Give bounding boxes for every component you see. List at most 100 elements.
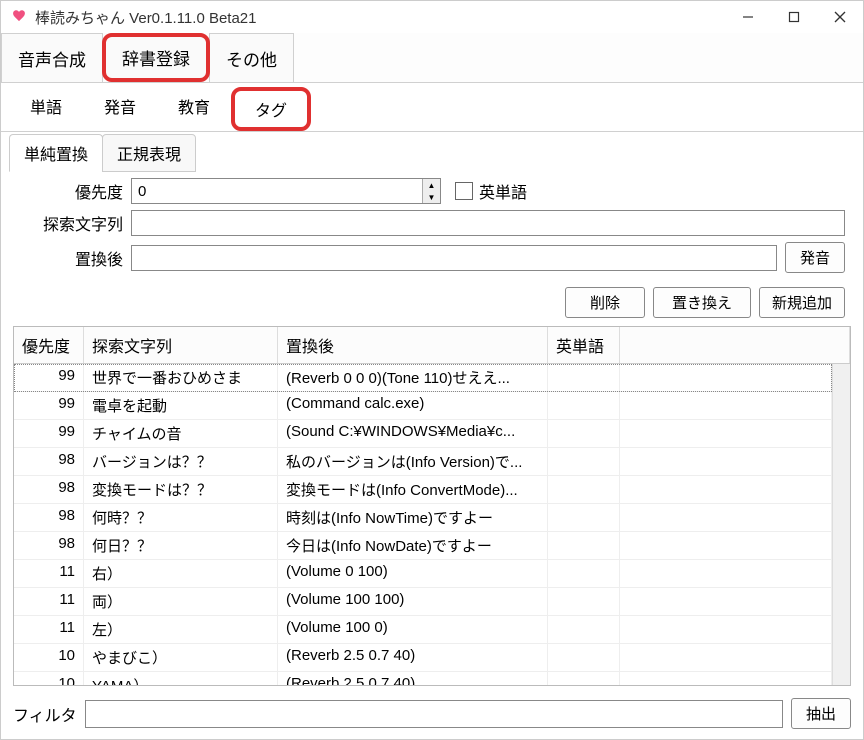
extract-button[interactable]: 抽出 — [791, 698, 851, 729]
table-cell: (Reverb 2.5 0.7 40) — [278, 644, 548, 671]
filter-input[interactable] — [85, 700, 783, 728]
sub-tab[interactable]: 発音 — [83, 87, 157, 131]
filter-row: フィルタ 抽出 — [1, 692, 863, 739]
table-cell: 電卓を起動 — [84, 392, 278, 419]
table-row[interactable]: 11左）(Volume 100 0) — [14, 616, 832, 644]
table-row[interactable]: 99世界で一番おひめさま(Reverb 0 0 0)(Tone 110)せええ.… — [14, 364, 832, 392]
col-english[interactable]: 英単語 — [548, 327, 620, 363]
search-string-input[interactable] — [131, 210, 845, 236]
table-cell: (Command calc.exe) — [278, 392, 548, 419]
table-cell — [620, 448, 832, 475]
table-cell: 何日？？ — [84, 532, 278, 559]
table-body: 99世界で一番おひめさま(Reverb 0 0 0)(Tone 110)せええ.… — [14, 364, 832, 685]
window-controls — [725, 1, 863, 33]
table-cell: 99 — [14, 364, 84, 391]
table-cell: バージョンは？？ — [84, 448, 278, 475]
col-extra — [620, 327, 850, 363]
table-cell — [548, 588, 620, 615]
table-cell — [620, 644, 832, 671]
table-cell — [548, 504, 620, 531]
replace-button[interactable]: 置き換え — [653, 287, 751, 318]
table-cell: 10 — [14, 644, 84, 671]
table-row[interactable]: 10やまびこ）(Reverb 2.5 0.7 40) — [14, 644, 832, 672]
table-cell — [548, 420, 620, 447]
table-cell — [548, 616, 620, 643]
table-cell: 左） — [84, 616, 278, 643]
sub-tab[interactable]: 教育 — [157, 87, 231, 131]
form-area: 優先度 ▲ ▼ 英単語 探索文字列 置換後 発音 — [1, 172, 863, 283]
toolbar-tab[interactable]: 音声合成 — [1, 33, 103, 82]
table-cell — [548, 392, 620, 419]
minimize-button[interactable] — [725, 1, 771, 33]
priority-input[interactable] — [132, 179, 422, 203]
english-checkbox-label: 英単語 — [479, 179, 527, 203]
col-search[interactable]: 探索文字列 — [84, 327, 278, 363]
table-header: 優先度 探索文字列 置換後 英単語 — [14, 327, 850, 364]
mode-tab[interactable]: 単純置換 — [9, 134, 103, 172]
table-cell: 99 — [14, 420, 84, 447]
english-checkbox[interactable] — [455, 182, 473, 200]
table-cell — [620, 532, 832, 559]
table-row[interactable]: 11両）(Volume 100 100) — [14, 588, 832, 616]
table-row[interactable]: 98何日？？今日は(Info NowDate)ですよー — [14, 532, 832, 560]
table-cell: 右） — [84, 560, 278, 587]
table-row[interactable]: 98何時？？時刻は(Info NowTime)ですよー — [14, 504, 832, 532]
table-cell: (Volume 0 100) — [278, 560, 548, 587]
table-cell — [548, 672, 620, 685]
main-toolbar: 音声合成辞書登録その他 — [1, 33, 863, 83]
app-window: 棒読みちゃん Ver0.1.11.0 Beta21 音声合成辞書登録その他 単語… — [0, 0, 864, 740]
table-cell — [620, 560, 832, 587]
table-cell: 両） — [84, 588, 278, 615]
vertical-scrollbar[interactable] — [832, 364, 850, 685]
table-cell: 時刻は(Info NowTime)ですよー — [278, 504, 548, 531]
app-icon — [9, 7, 29, 27]
spinner-up-icon[interactable]: ▲ — [423, 179, 440, 191]
mode-tab[interactable]: 正規表現 — [102, 134, 196, 172]
search-string-label: 探索文字列 — [19, 211, 131, 235]
table-cell — [620, 476, 832, 503]
table-cell: (Volume 100 100) — [278, 588, 548, 615]
table-cell: 99 — [14, 392, 84, 419]
action-buttons: 削除 置き換え 新規追加 — [1, 283, 863, 326]
spinner-down-icon[interactable]: ▼ — [423, 191, 440, 203]
toolbar-tab[interactable]: その他 — [209, 33, 294, 82]
priority-label: 優先度 — [19, 179, 131, 203]
delete-button[interactable]: 削除 — [565, 287, 645, 318]
table-cell: 98 — [14, 476, 84, 503]
table-row[interactable]: 99チャイムの音(Sound C:¥WINDOWS¥Media¥c... — [14, 420, 832, 448]
table-cell — [548, 364, 620, 391]
table-cell: 11 — [14, 588, 84, 615]
table-cell: 98 — [14, 532, 84, 559]
priority-spinner[interactable]: ▲ ▼ — [131, 178, 441, 204]
table-cell: 何時？？ — [84, 504, 278, 531]
table-cell — [620, 588, 832, 615]
add-new-button[interactable]: 新規追加 — [759, 287, 845, 318]
table-cell — [548, 560, 620, 587]
col-replace[interactable]: 置換後 — [278, 327, 548, 363]
replace-input[interactable] — [131, 245, 777, 271]
titlebar: 棒読みちゃん Ver0.1.11.0 Beta21 — [1, 1, 863, 33]
table-cell: YAMA） — [84, 672, 278, 685]
pronounce-button[interactable]: 発音 — [785, 242, 845, 273]
table-cell — [620, 392, 832, 419]
sub-tab[interactable]: タグ — [231, 87, 311, 131]
col-priority[interactable]: 優先度 — [14, 327, 84, 363]
maximize-button[interactable] — [771, 1, 817, 33]
mode-tabs: 単純置換正規表現 — [1, 132, 863, 172]
close-button[interactable] — [817, 1, 863, 33]
table-row[interactable]: 10YAMA）(Reverb 2.5 0.7 40) — [14, 672, 832, 685]
toolbar-tab[interactable]: 辞書登録 — [102, 33, 210, 82]
table-row[interactable]: 98バージョンは？？私のバージョンは(Info Version)で... — [14, 448, 832, 476]
table-cell — [548, 476, 620, 503]
table-row[interactable]: 99電卓を起動(Command calc.exe) — [14, 392, 832, 420]
table-cell — [620, 364, 832, 391]
window-title: 棒読みちゃん Ver0.1.11.0 Beta21 — [35, 7, 725, 28]
table-row[interactable]: 11右）(Volume 0 100) — [14, 560, 832, 588]
table-row[interactable]: 98変換モードは？？変換モードは(Info ConvertMode)... — [14, 476, 832, 504]
table-cell — [548, 448, 620, 475]
table-cell: やまびこ） — [84, 644, 278, 671]
dictionary-table: 優先度 探索文字列 置換後 英単語 99世界で一番おひめさま(Reverb 0 … — [13, 326, 851, 686]
table-cell: 11 — [14, 616, 84, 643]
table-cell: (Reverb 2.5 0.7 40) — [278, 672, 548, 685]
sub-tab[interactable]: 単語 — [9, 87, 83, 131]
